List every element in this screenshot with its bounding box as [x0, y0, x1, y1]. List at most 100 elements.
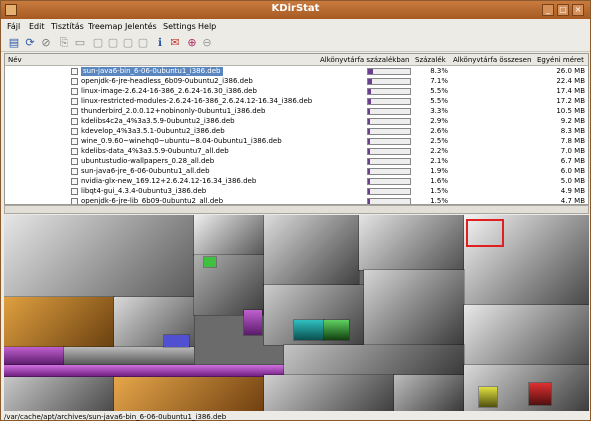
col-subtree-pct[interactable]: Alkönyvtárfa százalékban: [320, 56, 409, 64]
menu-file[interactable]: Fájl: [7, 22, 20, 31]
file-icon: [71, 78, 78, 85]
close-icon[interactable]: ×: [572, 4, 584, 16]
table-row[interactable]: thunderbird_2.0.0.12+nobinonly-0ubuntu1_…: [5, 107, 588, 116]
table-row[interactable]: kdelibs4c2a_4%3a3.5.9-0ubuntu2_i386.deb 2…: [5, 117, 588, 126]
treemap-tile[interactable]: [4, 215, 195, 298]
table-row[interactable]: wine_0.9.60~winehq0~ubuntu~8.04-0ubuntu1…: [5, 137, 588, 146]
table-row[interactable]: kdelibs-data_4%3a3.5.9-0ubuntu7_all.deb 2…: [5, 147, 588, 156]
row-size: 4.9 MB: [560, 187, 585, 195]
treemap-tile[interactable]: [393, 374, 465, 411]
trash-icon[interactable]: ▭: [73, 36, 87, 50]
zoom-out-icon[interactable]: ⊖: [200, 36, 214, 50]
col-own-size[interactable]: Egyéni méret: [537, 56, 584, 64]
minimize-icon[interactable]: _: [542, 4, 554, 16]
percent-bar-fill: [368, 129, 370, 134]
info-icon[interactable]: ℹ: [153, 36, 167, 50]
treemap-tile[interactable]: [4, 376, 115, 411]
percent-bar-fill: [368, 99, 371, 104]
treemap-view[interactable]: [4, 215, 589, 411]
mail-icon[interactable]: ✉: [168, 36, 182, 50]
table-row[interactable]: linux-image-2.6.24-16-386_2.6.24-16.30_i…: [5, 87, 588, 96]
file-icon: [71, 198, 78, 204]
menu-report[interactable]: Jelentés: [125, 22, 157, 31]
treemap-tile[interactable]: [63, 346, 195, 366]
treemap-tile[interactable]: [263, 215, 360, 286]
treemap-tile[interactable]: [4, 364, 285, 378]
title-bar[interactable]: KDirStat _ □ ×: [1, 1, 590, 19]
table-row[interactable]: ubuntustudio-wallpapers_0.28_all.deb 2.1%…: [5, 157, 588, 166]
table-row[interactable]: libqt4-gui_4.3.4-0ubuntu3_i386.deb 1.5% 4.…: [5, 187, 588, 196]
percent-bar: [367, 188, 411, 195]
menu-settings[interactable]: Settings: [163, 22, 196, 31]
table-row[interactable]: linux-restricted-modules-2.6.24-16-386_2…: [5, 97, 588, 106]
percent-bar: [367, 88, 411, 95]
zoom-in-icon[interactable]: ⊕: [185, 36, 199, 50]
row-size: 7.8 MB: [560, 137, 585, 145]
open-folder-icon[interactable]: ▤: [7, 36, 21, 50]
treemap-tile[interactable]: [293, 319, 325, 341]
treemap-tile[interactable]: [243, 309, 263, 336]
blank4-icon[interactable]: ▢: [136, 36, 150, 50]
menu-edit[interactable]: Edit: [29, 22, 45, 31]
percent-bar: [367, 68, 411, 75]
blank1-icon[interactable]: ▢: [91, 36, 105, 50]
percent-bar: [367, 138, 411, 145]
blank2-icon[interactable]: ▢: [106, 36, 120, 50]
stop-icon[interactable]: ⊘: [39, 36, 53, 50]
refresh-icon[interactable]: ⟳: [23, 36, 37, 50]
row-name: linux-restricted-modules-2.6.24-16-386_2…: [81, 97, 313, 105]
treemap-tile[interactable]: [263, 374, 395, 411]
percent-bar-fill: [368, 149, 370, 154]
treemap-tile[interactable]: [323, 319, 350, 341]
table-row[interactable]: openjdk-6-jre-headless_6b09-0ubuntu2_i38…: [5, 77, 588, 86]
maximize-icon[interactable]: □: [557, 4, 569, 16]
blank3-icon[interactable]: ▢: [121, 36, 135, 50]
file-icon: [71, 158, 78, 165]
treemap-tile[interactable]: [463, 304, 589, 366]
treemap-tile[interactable]: [528, 382, 552, 406]
treemap-tile[interactable]: [163, 334, 190, 348]
file-icon: [71, 138, 78, 145]
treemap-tile[interactable]: [478, 386, 498, 408]
treemap-tile[interactable]: [4, 346, 65, 366]
menu-bar: Fájl Edit Tisztítás Treemap Jelentés Set…: [1, 19, 590, 34]
col-name[interactable]: Név: [8, 56, 22, 64]
col-pct[interactable]: Százalék: [415, 56, 446, 64]
row-name: nvidia-glx-new_169.12+2.6.24.12-16.34_i3…: [81, 177, 257, 185]
file-icon: [71, 108, 78, 115]
treemap-tile[interactable]: [358, 215, 465, 271]
row-size: 10.5 MB: [556, 107, 585, 115]
table-row[interactable]: openjdk-6-jre-lib_6b09-0ubuntu2_all.deb 1…: [5, 197, 588, 205]
menu-help[interactable]: Help: [198, 22, 216, 31]
file-list[interactable]: Név Alkönyvtárfa százalékban Százalék Al…: [4, 53, 589, 205]
col-subtree-total[interactable]: Alkönyvtárfa összesen: [453, 56, 531, 64]
row-size: 4.7 MB: [560, 197, 585, 205]
percent-bar: [367, 118, 411, 125]
row-size: 22.4 MB: [556, 77, 585, 85]
menu-treemap[interactable]: Treemap: [88, 22, 122, 31]
percent-bar: [367, 98, 411, 105]
table-row[interactable]: sun-java6-jre_6-06-0ubuntu1_all.deb 1.9% 6…: [5, 167, 588, 176]
table-row[interactable]: sun-java6-bin_6-06-0ubuntu1_i386.deb 8.3%…: [5, 67, 588, 76]
treemap-tile[interactable]: [113, 376, 265, 411]
row-name: libqt4-gui_4.3.4-0ubuntu3_i386.deb: [81, 187, 207, 195]
row-percent: 2.2%: [430, 147, 448, 155]
table-row[interactable]: nvidia-glx-new_169.12+2.6.24.12-16.34_i3…: [5, 177, 588, 186]
row-name: linux-image-2.6.24-16-386_2.6.24-16.30_i…: [81, 87, 257, 95]
treemap-tile[interactable]: [363, 269, 465, 346]
percent-bar-fill: [368, 179, 370, 184]
treemap-tile[interactable]: [4, 296, 115, 348]
file-icon: [71, 188, 78, 195]
menu-cleanup[interactable]: Tisztítás: [51, 22, 84, 31]
row-name: openjdk-6-jre-lib_6b09-0ubuntu2_all.deb: [81, 197, 224, 205]
row-percent: 7.1%: [430, 77, 448, 85]
row-size: 9.2 MB: [560, 117, 585, 125]
row-name: kdelibs4c2a_4%3a3.5.9-0ubuntu2_i386.deb: [81, 117, 235, 125]
treemap-tile[interactable]: [203, 256, 217, 268]
horizontal-scrollbar[interactable]: [4, 205, 589, 214]
table-row[interactable]: kdevelop_4%3a3.5.1-0ubuntu2_i386.deb 2.6%…: [5, 127, 588, 136]
row-percent: 1.5%: [430, 187, 448, 195]
treemap-tile[interactable]: [193, 215, 265, 256]
copy-icon[interactable]: ⎘: [57, 36, 71, 50]
treemap-tile[interactable]: [283, 344, 465, 376]
